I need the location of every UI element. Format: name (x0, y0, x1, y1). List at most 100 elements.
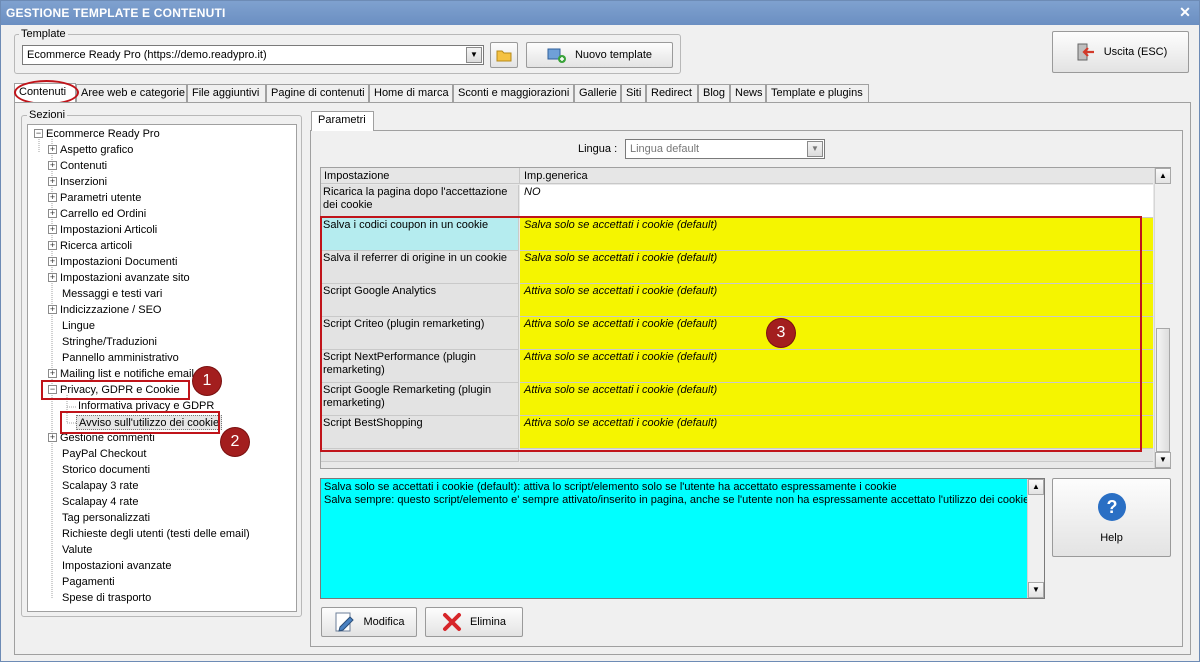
window-title: GESTIONE TEMPLATE E CONTENUTI (6, 6, 226, 20)
expand-icon[interactable]: + (48, 161, 57, 170)
new-template-button[interactable]: Nuovo template (526, 42, 673, 68)
expand-icon[interactable]: + (48, 193, 57, 202)
tree-item-label: Pagamenti (62, 576, 115, 588)
tab-home-marca[interactable]: Home di marca (369, 84, 453, 103)
tab-news[interactable]: News (730, 84, 766, 103)
tree-item-paypal[interactable]: PayPal Checkout (62, 447, 146, 462)
tree-item-label: Pannello amministrativo (62, 352, 179, 364)
tree-item-storico[interactable]: Storico documenti (62, 463, 150, 478)
grid-row-value[interactable]: NO (520, 185, 1153, 218)
tree-item-label: Impostazioni Articoli (60, 224, 158, 236)
tab-template-plugins[interactable]: Template e plugins (766, 84, 869, 103)
tree-item-label: Scalapay 3 rate (62, 480, 139, 492)
chevron-down-icon[interactable]: ▼ (466, 47, 482, 63)
tree-item-spese-trasporto[interactable]: Spese di trasporto (62, 591, 151, 606)
expand-icon[interactable]: + (48, 209, 57, 218)
tree-item-tag[interactable]: Tag personalizzati (62, 511, 150, 526)
tree-item-pagamenti[interactable]: Pagamenti (62, 575, 115, 590)
tab-siti[interactable]: Siti (621, 84, 646, 103)
tree-item-messaggi[interactable]: Messaggi e testi vari (62, 287, 162, 302)
open-template-button[interactable] (490, 42, 518, 68)
sections-tree[interactable]: − Ecommerce Ready Pro + Aspetto grafico + C… (27, 124, 297, 612)
help-button[interactable]: ? Help (1052, 478, 1171, 557)
tree-item-label: Tag personalizzati (62, 512, 151, 524)
tree-item-scalapay-3[interactable]: Scalapay 3 rate (62, 479, 138, 494)
collapse-icon[interactable]: − (34, 129, 43, 138)
tab-sconti[interactable]: Sconti e maggiorazioni (453, 84, 574, 103)
tree-item-parametri-utente[interactable]: + Parametri utente (48, 191, 141, 206)
tree-item-impostazioni-articoli[interactable]: + Impostazioni Articoli (48, 223, 157, 238)
tab-file-aggiuntivi[interactable]: File aggiuntivi (187, 84, 266, 103)
grid-scrollbar[interactable]: ▲ ▼ (1154, 168, 1171, 468)
tab-gallerie[interactable]: Gallerie (574, 84, 621, 103)
tree-item-carrello[interactable]: + Carrello ed Ordini (48, 207, 146, 222)
tree-item-inserzioni[interactable]: + Inserzioni (48, 175, 107, 190)
annotation-marker-2: 2 (221, 428, 249, 456)
expand-icon[interactable]: + (48, 273, 57, 282)
tree-item-richieste[interactable]: Richieste degli utenti (testi delle emai… (62, 527, 250, 542)
folder-icon (496, 50, 512, 62)
tree-item-impostazioni-avanzate[interactable]: Impostazioni avanzate (62, 559, 171, 574)
scroll-up-icon[interactable]: ▲ (1155, 168, 1171, 184)
expand-icon[interactable]: + (48, 369, 57, 378)
tree-item-impostazioni-avanzate-sito[interactable]: + Impostazioni avanzate sito (48, 271, 190, 286)
tab-pagine-contenuti[interactable]: Pagine di contenuti (266, 84, 369, 103)
scroll-down-icon[interactable]: ▼ (1028, 582, 1044, 598)
tree-item-scalapay-4[interactable]: Scalapay 4 rate (62, 495, 138, 510)
tree-item-label: Indicizzazione / SEO (60, 304, 162, 316)
expand-icon[interactable]: + (48, 241, 57, 250)
language-select[interactable]: Lingua default ▼ (625, 139, 825, 159)
tree-item-pannello[interactable]: Pannello amministrativo (62, 351, 179, 366)
delete-icon (442, 613, 461, 631)
delete-button[interactable]: Elimina (425, 607, 523, 637)
col-setting-header: Impostazione (324, 170, 390, 182)
scroll-up-icon[interactable]: ▲ (1028, 479, 1044, 495)
tree-item-indicizzazione[interactable]: + Indicizzazione / SEO (48, 303, 162, 318)
tree-item-valute[interactable]: Valute (62, 543, 92, 558)
expand-icon[interactable]: + (48, 257, 57, 266)
expand-icon[interactable]: + (48, 305, 57, 314)
scroll-down-icon[interactable]: ▼ (1155, 452, 1171, 468)
tree-item-label: Impostazioni avanzate (62, 560, 172, 572)
tree-item-stringhe[interactable]: Stringhe/Traduzioni (62, 335, 157, 350)
tab-redirect[interactable]: Redirect (646, 84, 698, 103)
annotation-box-cookie (60, 411, 220, 434)
annotation-box-rows (320, 216, 1142, 452)
template-select-value: Ecommerce Ready Pro (https://demo.readyp… (27, 49, 267, 61)
description-line: Salva solo se accettati i cookie (defaul… (324, 481, 897, 493)
tree-item-lingue[interactable]: Lingue (62, 319, 95, 334)
delete-label: Elimina (469, 616, 507, 628)
expand-icon[interactable]: + (48, 433, 57, 442)
tree-item-label: Contenuti (60, 160, 108, 172)
tree-item-label: Inserzioni (60, 176, 108, 188)
tab-parametri[interactable]: Parametri (311, 111, 374, 131)
exit-label: Uscita (ESC) (1103, 46, 1168, 58)
description-box[interactable]: Salva solo se accettati i cookie (defaul… (320, 478, 1045, 599)
close-icon[interactable]: ✕ (1179, 4, 1191, 21)
grid-row-setting: Ricarica la pagina dopo l'accettazione d… (321, 185, 519, 218)
description-scrollbar[interactable]: ▲ ▼ (1027, 479, 1044, 598)
edit-icon (335, 612, 354, 632)
sections-group-label: Sezioni (27, 109, 68, 121)
chevron-down-icon[interactable]: ▼ (807, 141, 823, 157)
template-select[interactable]: Ecommerce Ready Pro (https://demo.readyp… (22, 45, 484, 65)
tree-item-impostazioni-documenti[interactable]: + Impostazioni Documenti (48, 255, 177, 270)
expand-icon[interactable]: + (48, 225, 57, 234)
exit-button[interactable]: Uscita (ESC) (1052, 31, 1189, 73)
tab-blog[interactable]: Blog (698, 84, 730, 103)
tree-item-label: Parametri utente (60, 192, 142, 204)
expand-icon[interactable]: + (48, 145, 57, 154)
tree-item-label: Aspetto grafico (60, 144, 134, 156)
new-template-label: Nuovo template (574, 49, 653, 61)
tree-item-aspetto-grafico[interactable]: + Aspetto grafico (48, 143, 133, 158)
tree-item-ricerca-articoli[interactable]: + Ricerca articoli (48, 239, 132, 254)
template-group-label: Template (19, 28, 68, 40)
tree-item-contenuti[interactable]: + Contenuti (48, 159, 107, 174)
scroll-thumb[interactable] (1156, 328, 1170, 452)
header-divider (519, 168, 520, 184)
expand-icon[interactable]: + (48, 177, 57, 186)
tab-aree-web[interactable]: Aree web e categorie (76, 84, 187, 103)
edit-button[interactable]: Modifica (321, 607, 417, 637)
tree-root[interactable]: − Ecommerce Ready Pro (34, 127, 160, 142)
annotation-marker-1: 1 (193, 367, 221, 395)
